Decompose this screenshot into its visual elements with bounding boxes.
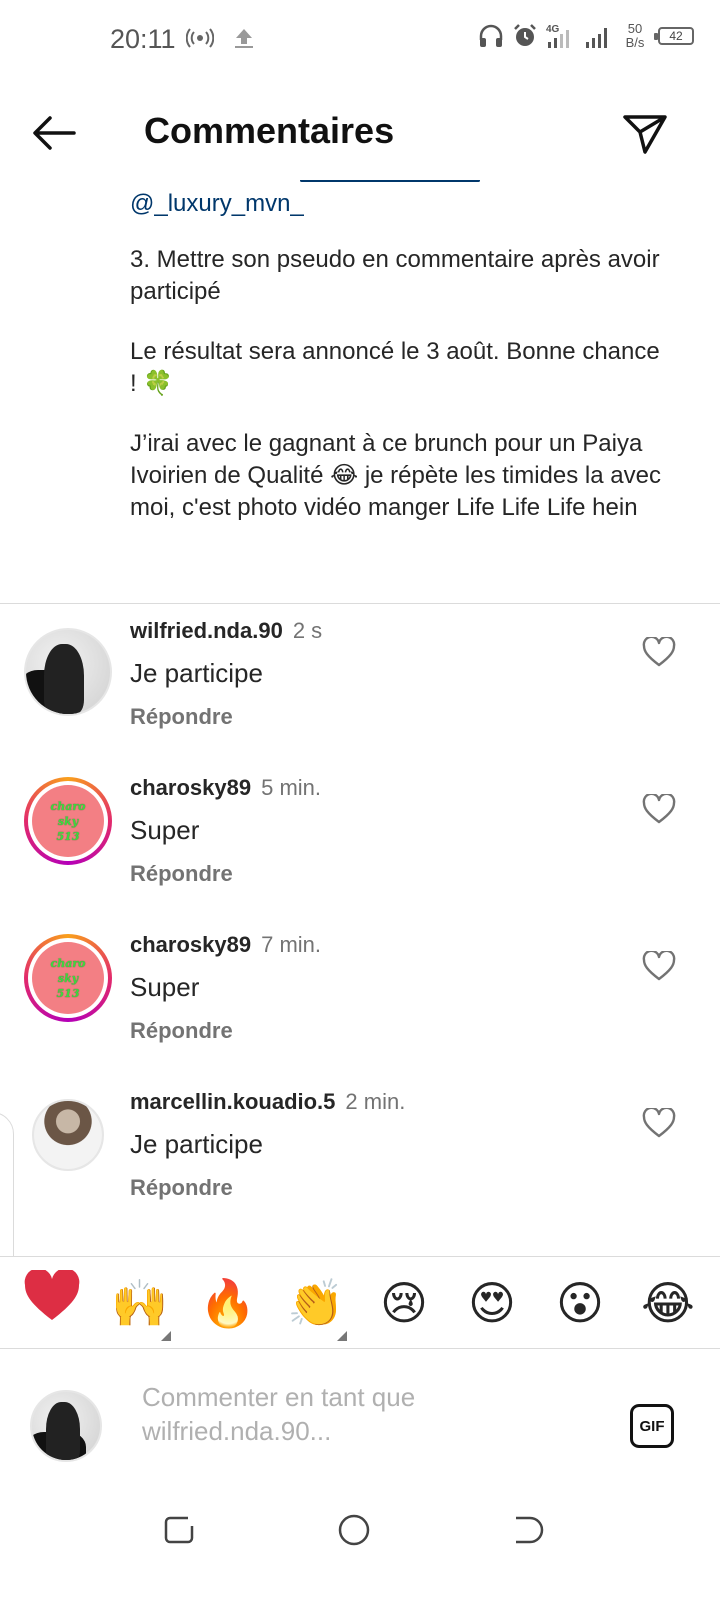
comment-composer: Commenter en tant que wilfried.nda.90...… bbox=[0, 1350, 720, 1490]
comment-item: charo sky 513 charosky89 5 min. Super Rép… bbox=[0, 761, 720, 918]
header: Commentaires bbox=[0, 90, 720, 180]
emoji-heart-eyes-button[interactable]: 😍 bbox=[457, 1273, 527, 1333]
svg-text:4G: 4G bbox=[546, 24, 560, 35]
comment-username[interactable]: marcellin.kouadio.5 bbox=[130, 1089, 335, 1114]
heart-icon[interactable] bbox=[642, 794, 676, 824]
comment-text: Je participe bbox=[130, 1129, 263, 1159]
avatar bbox=[30, 1390, 102, 1462]
avatar[interactable] bbox=[24, 628, 112, 716]
gif-button[interactable]: GIF bbox=[630, 1404, 674, 1448]
avatar[interactable] bbox=[32, 1099, 104, 1171]
status-bar: 20:11 4G 50 B/s 42 bbox=[0, 0, 720, 80]
emoji-heart-button[interactable] bbox=[17, 1267, 87, 1336]
emoji-raised-hands-button[interactable]: 🙌 bbox=[105, 1273, 175, 1341]
avatar-text: sky bbox=[57, 814, 79, 828]
recent-apps-icon[interactable] bbox=[160, 1510, 200, 1550]
comment-username[interactable]: charosky89 bbox=[130, 775, 251, 800]
home-icon[interactable] bbox=[334, 1510, 374, 1550]
emoji-clap-button[interactable]: 👏 bbox=[281, 1273, 351, 1341]
avatar-text: sky bbox=[57, 971, 79, 985]
alarm-icon bbox=[514, 24, 536, 46]
comment-username[interactable]: charosky89 bbox=[130, 932, 251, 957]
emoji-surprised-button[interactable]: 😮 bbox=[545, 1273, 615, 1333]
caption-paragraph: J’irai avec le gagnant à ce brunch pour … bbox=[130, 430, 661, 521]
avatar-text: charo bbox=[50, 799, 86, 813]
signal-4g-icon: 4G bbox=[546, 24, 569, 48]
comment-header: charosky89 7 min. bbox=[130, 932, 321, 958]
avatar[interactable]: charo sky 513 bbox=[24, 934, 112, 1022]
reply-button[interactable]: Répondre bbox=[130, 1018, 233, 1044]
comment-time: 7 min. bbox=[261, 932, 322, 957]
emoji-laughing-button[interactable]: 😂 bbox=[633, 1273, 703, 1333]
comment-time: 2 min. bbox=[345, 1089, 406, 1114]
comment-text: Super bbox=[130, 972, 200, 1002]
heart-icon[interactable] bbox=[642, 637, 676, 667]
comment-header: wilfried.nda.90 2 s bbox=[130, 618, 322, 644]
comment-item: wilfried.nda.90 2 s Je participe Répondre bbox=[0, 604, 720, 761]
comment-header: marcellin.kouadio.5 2 min. bbox=[130, 1089, 405, 1115]
back-arrow-icon[interactable] bbox=[28, 112, 80, 154]
system-nav-bar bbox=[0, 1490, 720, 1600]
reply-button[interactable]: Répondre bbox=[130, 704, 233, 730]
avatar-text: charo bbox=[50, 956, 86, 970]
battery-icon: 42 bbox=[654, 27, 694, 45]
emoji-bar: 🙌 🔥 👏 😢 😍 😮 😂 bbox=[0, 1256, 720, 1349]
headphones-icon bbox=[479, 24, 503, 47]
status-left-icons bbox=[186, 26, 256, 50]
comment-text: Je participe bbox=[130, 658, 263, 688]
caption-paragraph: Le résultat sera annoncé le 3 août. Bonn… bbox=[130, 338, 660, 397]
hotspot-icon bbox=[186, 28, 214, 48]
heart-icon[interactable] bbox=[642, 951, 676, 981]
comment-time: 5 min. bbox=[261, 775, 322, 800]
comment-username[interactable]: wilfried.nda.90 bbox=[130, 618, 283, 643]
post-caption: @_luxury_mvn_ 3. Mettre son pseudo en co… bbox=[130, 180, 670, 524]
comment-header: charosky89 5 min. bbox=[130, 775, 321, 801]
comment-text: Super bbox=[130, 815, 200, 845]
mention-link[interactable]: @_luxury_mvn_ bbox=[130, 180, 670, 220]
reply-button[interactable]: Répondre bbox=[130, 861, 233, 887]
comment-input[interactable]: Commenter en tant que wilfried.nda.90... bbox=[142, 1380, 602, 1448]
comment-item: marcellin.kouadio.5 2 min. Je participe R… bbox=[0, 1075, 720, 1232]
emoji-crying-button[interactable]: 😢 bbox=[369, 1273, 439, 1333]
net-speed-unit: B/s bbox=[625, 35, 645, 50]
send-icon[interactable] bbox=[620, 108, 670, 158]
caption-paragraph: 3. Mettre son pseudo en commentaire aprè… bbox=[130, 246, 660, 305]
avatar-text: 513 bbox=[56, 829, 80, 843]
emoji-fire-button[interactable]: 🔥 bbox=[193, 1273, 263, 1333]
comment-time: 2 s bbox=[292, 618, 323, 643]
avatar[interactable]: charo sky 513 bbox=[24, 777, 112, 865]
page-title: Commentaires bbox=[144, 110, 395, 151]
net-speed: 50 B/s bbox=[620, 22, 650, 50]
heart-icon[interactable] bbox=[642, 1108, 676, 1138]
status-time: 20:11 bbox=[110, 24, 176, 54]
reply-button[interactable]: Répondre bbox=[130, 1175, 233, 1201]
avatar-text: 513 bbox=[56, 986, 80, 1000]
net-speed-value: 50 bbox=[627, 21, 643, 36]
status-right-icons: 4G 50 B/s 42 bbox=[478, 22, 694, 50]
back-icon[interactable] bbox=[506, 1510, 546, 1550]
comment-item: charo sky 513 charosky89 7 min. Super Rép… bbox=[0, 918, 720, 1075]
signal-icon bbox=[586, 28, 607, 48]
upload-icon bbox=[235, 29, 253, 48]
red-heart-icon bbox=[24, 1267, 80, 1320]
